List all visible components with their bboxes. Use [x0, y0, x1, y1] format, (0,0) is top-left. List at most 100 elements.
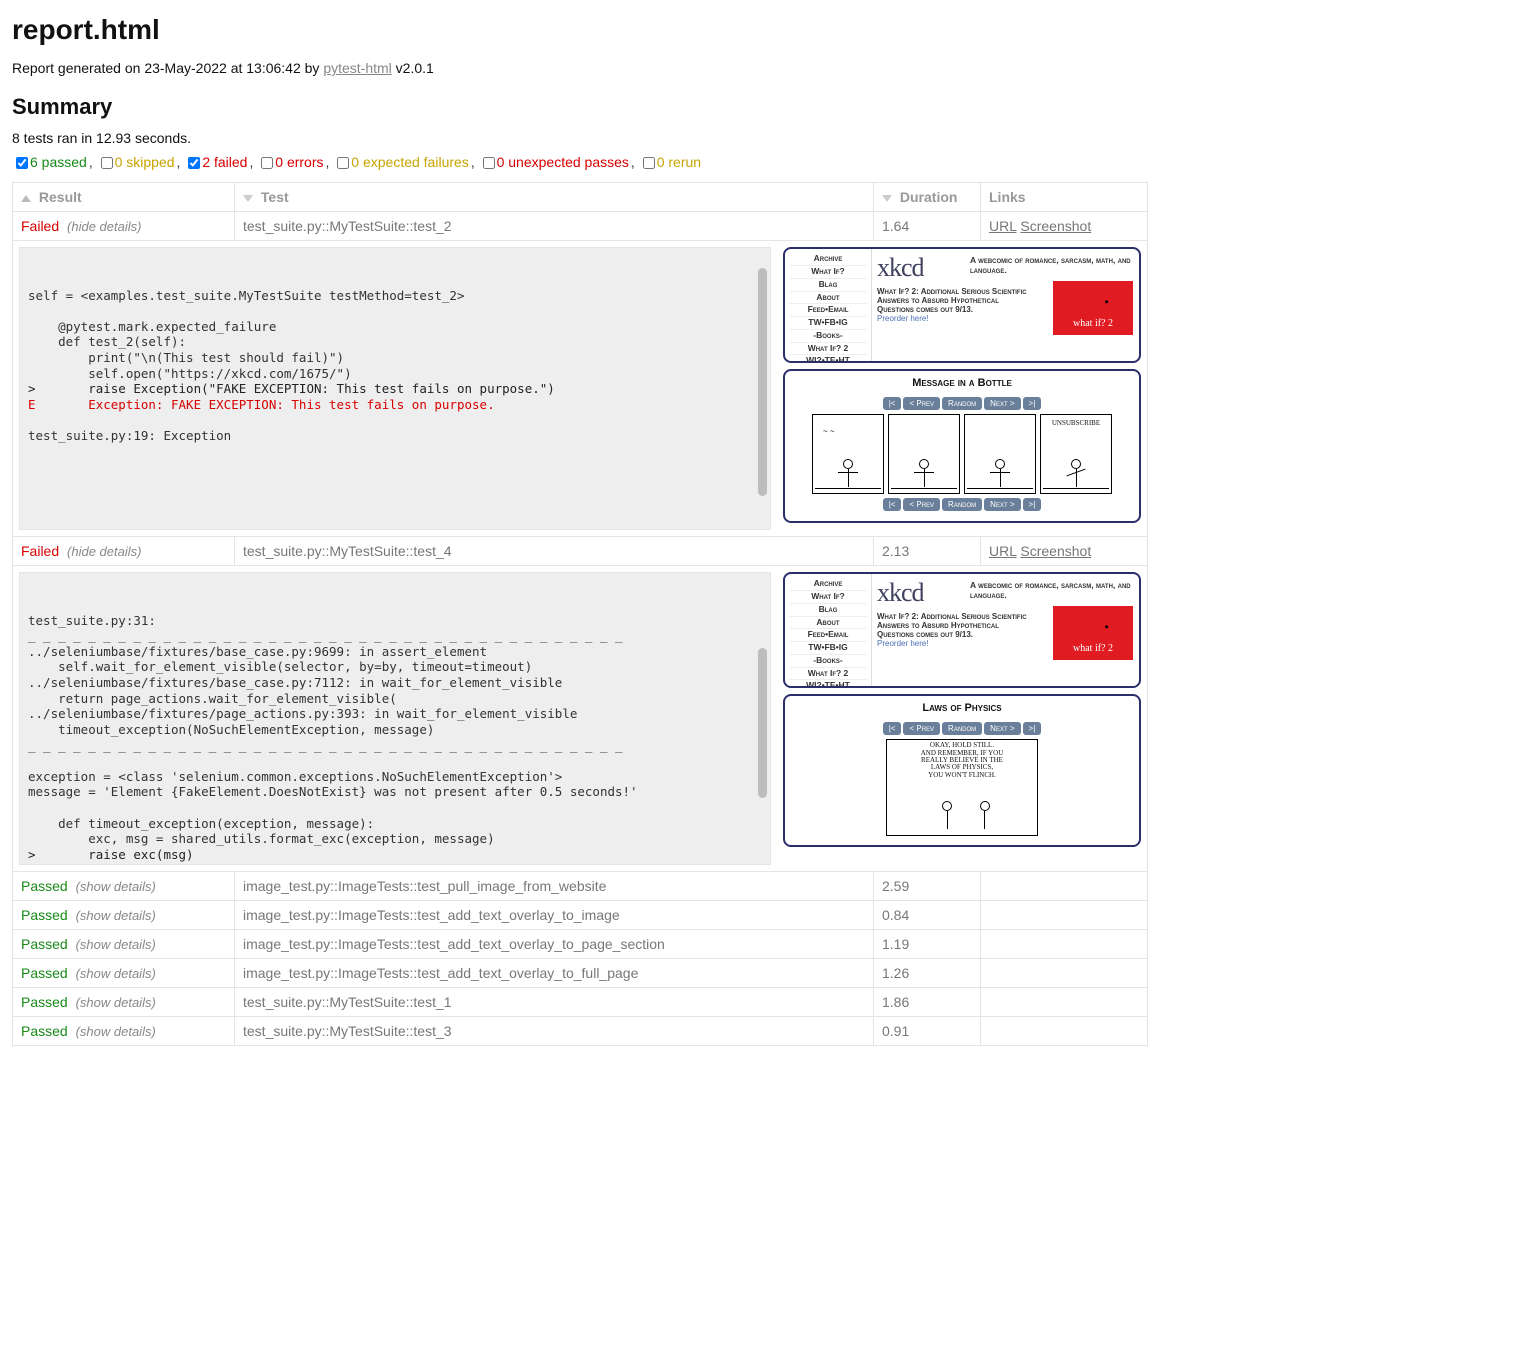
details-toggle[interactable]: (show details) [76, 995, 156, 1010]
xkcd-side-item[interactable]: TW•FB•IG [789, 317, 867, 330]
link-screenshot[interactable]: Screenshot [1020, 543, 1091, 559]
col-header-test[interactable]: Test [235, 183, 874, 212]
result-detail-row: test_suite.py:31: _ _ _ _ _ _ _ _ _ _ _ … [13, 566, 1148, 872]
filter-checkbox[interactable] [101, 157, 113, 169]
details-toggle[interactable]: (hide details) [67, 219, 141, 234]
xkcd-side-item[interactable]: What If? [789, 266, 867, 279]
comic-nav-btn[interactable]: |< [883, 722, 902, 735]
result-row: Failed (hide details) test_suite.py::MyT… [13, 212, 1148, 241]
filter-checkbox[interactable] [337, 157, 349, 169]
xkcd-blurb: What If? 2: Additional Serious Scientifi… [877, 287, 1037, 323]
status-label: Passed [21, 878, 68, 894]
xkcd-side-item[interactable]: Feed•Email [789, 304, 867, 317]
duration-cell: 0.91 [874, 1017, 981, 1046]
filter-checkbox[interactable] [483, 157, 495, 169]
xkcd-preorder-link[interactable]: Preorder here! [877, 639, 929, 648]
whatif-promo[interactable]: what if? 2 [1053, 281, 1133, 335]
status-label: Passed [21, 936, 68, 952]
filter-2-failed[interactable]: 2 failed [184, 154, 247, 172]
comic-nav-btn[interactable]: Random [942, 498, 982, 511]
links-cell [981, 988, 1148, 1017]
xkcd-side-item[interactable]: -Books- [789, 330, 867, 343]
comic-nav-btn[interactable]: < Prev [903, 498, 940, 511]
xkcd-side-item[interactable]: WI?•TE•HT [789, 355, 867, 363]
result-row: Passed (show details) image_test.py::Ima… [13, 959, 1148, 988]
col-header-result[interactable]: Result [13, 183, 235, 212]
scrollbar-thumb[interactable] [758, 268, 767, 496]
comic-nav-btn[interactable]: Next > [984, 722, 1020, 735]
xkcd-side-item[interactable]: What If? [789, 591, 867, 604]
xkcd-side-item[interactable]: Blag [789, 279, 867, 292]
xkcd-preorder-link[interactable]: Preorder here! [877, 314, 929, 323]
xkcd-side-item[interactable]: What If? 2 [789, 668, 867, 681]
xkcd-side-item[interactable]: Blag [789, 604, 867, 617]
filter-0-rerun[interactable]: 0 rerun [639, 154, 701, 172]
xkcd-logo[interactable]: xkcd [877, 578, 924, 607]
comic-nav-btn[interactable]: < Prev [903, 397, 940, 410]
links-cell: URL Screenshot [981, 212, 1148, 241]
details-toggle[interactable]: (show details) [76, 937, 156, 952]
xkcd-side-item[interactable]: About [789, 617, 867, 630]
log-output[interactable]: test_suite.py:31: _ _ _ _ _ _ _ _ _ _ _ … [19, 572, 771, 865]
filter-0-skipped[interactable]: 0 skipped [97, 154, 175, 172]
xkcd-side-item[interactable]: Feed•Email [789, 629, 867, 642]
filter-0-unexpected-passes[interactable]: 0 unexpected passes [479, 154, 629, 172]
comic-nav-btn[interactable]: >| [1023, 397, 1042, 410]
comic-nav: |<< PrevRandomNext >>| [791, 718, 1133, 735]
log-output[interactable]: self = <examples.test_suite.MyTestSuite … [19, 247, 771, 530]
duration-cell: 2.13 [874, 537, 981, 566]
comic-nav-btn[interactable]: |< [883, 397, 902, 410]
details-toggle[interactable]: (show details) [76, 879, 156, 894]
xkcd-side-item[interactable]: WI?•TE•HT [789, 680, 867, 688]
filter-checkbox[interactable] [16, 157, 28, 169]
details-toggle[interactable]: (show details) [76, 1024, 156, 1039]
screenshot-thumbnail[interactable]: ArchiveWhat If?BlagAboutFeed•EmailTW•FB•… [783, 572, 1141, 865]
xkcd-side-item[interactable]: -Books- [789, 655, 867, 668]
link-url[interactable]: URL [989, 218, 1017, 234]
xkcd-side-item[interactable]: About [789, 292, 867, 305]
details-toggle[interactable]: (hide details) [67, 544, 141, 559]
comic-nav-btn[interactable]: >| [1023, 498, 1042, 511]
xkcd-logo[interactable]: xkcd [877, 253, 924, 282]
comic-nav-btn[interactable]: Random [942, 722, 982, 735]
link-url[interactable]: URL [989, 543, 1017, 559]
filter-0-expected-failures[interactable]: 0 expected failures [333, 154, 469, 172]
link-screenshot[interactable]: Screenshot [1020, 218, 1091, 234]
comic-nav-btn[interactable]: Next > [984, 397, 1020, 410]
screenshot-thumbnail[interactable]: ArchiveWhat If?BlagAboutFeed•EmailTW•FB•… [783, 247, 1141, 530]
comic-nav-btn[interactable]: Next > [984, 498, 1020, 511]
details-toggle[interactable]: (show details) [76, 966, 156, 981]
scrollbar-thumb[interactable] [758, 648, 767, 798]
xkcd-side-item[interactable]: Archive [789, 578, 867, 591]
xkcd-header: ArchiveWhat If?BlagAboutFeed•EmailTW•FB•… [783, 247, 1141, 363]
result-cell: Passed (show details) [13, 1017, 235, 1046]
filter-0-errors[interactable]: 0 errors [257, 154, 323, 172]
xkcd-side-item[interactable]: Archive [789, 253, 867, 266]
col-header-links[interactable]: Links [981, 183, 1148, 212]
result-row: Passed (show details) test_suite.py::MyT… [13, 988, 1148, 1017]
comic-nav-btn[interactable]: |< [883, 498, 902, 511]
comic-nav-btn[interactable]: >| [1023, 722, 1042, 735]
sort-asc-icon [21, 195, 31, 202]
xkcd-blurb: What If? 2: Additional Serious Scientifi… [877, 612, 1037, 648]
comic-nav-btn[interactable]: Random [942, 397, 982, 410]
whatif-promo[interactable]: what if? 2 [1053, 606, 1133, 660]
comic-panel [812, 414, 884, 494]
xkcd-side-item[interactable]: What If? 2 [789, 343, 867, 356]
result-cell: Passed (show details) [13, 901, 235, 930]
filter-checkbox[interactable] [188, 157, 200, 169]
xkcd-side-item[interactable]: TW•FB•IG [789, 642, 867, 655]
xkcd-main: xkcd A webcomic of romance, sarcasm, mat… [872, 249, 1139, 361]
filter-checkbox[interactable] [261, 157, 273, 169]
filter-checkbox[interactable] [643, 157, 655, 169]
log-line: > raise Exception("FAKE EXCEPTION: This … [28, 381, 762, 397]
generator-link[interactable]: pytest-html [323, 60, 391, 76]
details-toggle[interactable]: (show details) [76, 908, 156, 923]
comic-nav-btn[interactable]: < Prev [903, 722, 940, 735]
col-header-duration[interactable]: Duration [874, 183, 981, 212]
result-cell: Passed (show details) [13, 872, 235, 901]
filter-6-passed[interactable]: 6 passed [12, 154, 87, 172]
links-cell: URL Screenshot [981, 537, 1148, 566]
test-name-cell: test_suite.py::MyTestSuite::test_1 [235, 988, 874, 1017]
filter-label: 6 passed [30, 154, 87, 170]
